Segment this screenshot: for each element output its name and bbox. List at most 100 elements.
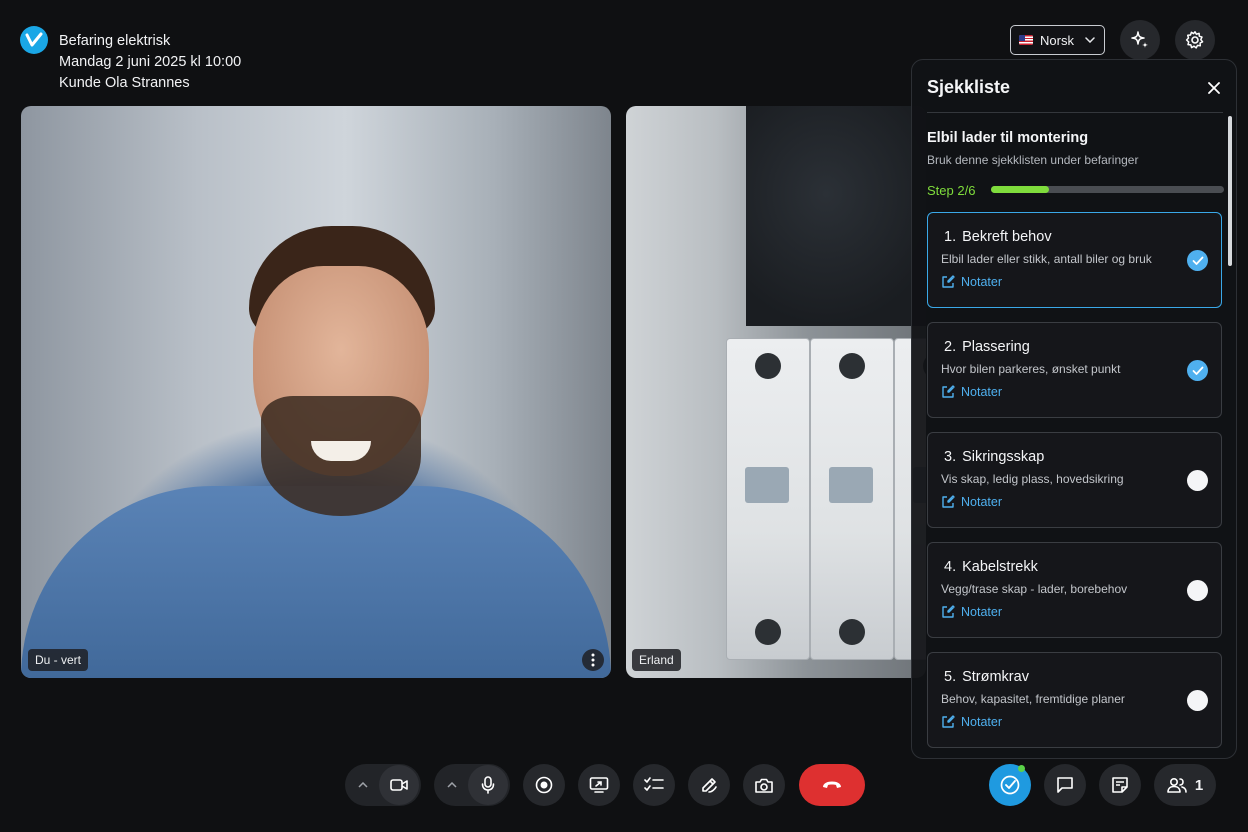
item-checkbox[interactable]	[1187, 580, 1208, 601]
chat-button[interactable]	[1044, 764, 1086, 806]
annotate-button[interactable]	[688, 764, 730, 806]
host-name-tag: Du - vert	[28, 649, 89, 671]
chevron-up-icon	[358, 782, 368, 788]
checklist-item[interactable]: 2. Plassering Hvor bilen parkeres, ønsket …	[927, 322, 1222, 418]
item-title-text: Sikringsskap	[962, 449, 1045, 465]
remote-name-tag: Erland	[632, 649, 681, 671]
note-icon	[1112, 777, 1128, 793]
item-checkbox[interactable]	[1187, 470, 1208, 491]
item-notes-label: Notater	[961, 275, 1002, 289]
item-title-text: Kabelstrekk	[962, 559, 1038, 575]
item-notes-label: Notater	[961, 715, 1002, 729]
edit-note-icon	[942, 275, 955, 288]
item-notes-link[interactable]: Notater	[941, 715, 1002, 729]
screen-share-button[interactable]	[578, 764, 620, 806]
camera-options-button[interactable]	[347, 764, 379, 806]
notes-button[interactable]	[1099, 764, 1141, 806]
snapshot-button[interactable]	[743, 764, 785, 806]
camera-toggle-button[interactable]	[379, 765, 419, 805]
item-number: 4.	[944, 559, 957, 575]
participants-button[interactable]: 1	[1154, 764, 1216, 806]
close-icon	[1208, 82, 1220, 94]
chat-bubble-icon	[1057, 777, 1073, 793]
checklist-item[interactable]: 1. Bekreft behov Elbil lader eller stikk, …	[927, 212, 1222, 308]
item-title: 3. Sikringsskap	[944, 449, 1044, 465]
close-panel-button[interactable]	[1204, 78, 1224, 98]
meeting-title: Befaring elektrisk	[59, 33, 171, 49]
camera-control	[345, 764, 421, 806]
record-button[interactable]	[523, 764, 565, 806]
item-notes-link[interactable]: Notater	[941, 385, 1002, 399]
host-video-tile	[21, 106, 611, 678]
edit-note-icon	[942, 605, 955, 618]
video-camera-icon	[390, 779, 408, 791]
checklist-item[interactable]: 4. Kabelstrekk Vegg/trase skap - lader, bo…	[927, 542, 1222, 638]
host-shirt	[21, 486, 611, 678]
item-notes-label: Notater	[961, 605, 1002, 619]
item-notes-link[interactable]: Notater	[941, 605, 1002, 619]
microphone-icon	[481, 776, 495, 794]
logo-v-icon	[25, 32, 43, 47]
item-title: 5. Strømkrav	[944, 669, 1029, 685]
item-number: 2.	[944, 339, 957, 355]
item-checkbox[interactable]	[1187, 360, 1208, 381]
checklist-panel: Sjekkliste Elbil lader til montering Bru…	[911, 59, 1237, 759]
record-icon	[535, 776, 553, 794]
sparkle-icon	[1131, 31, 1148, 48]
pen-draw-icon	[702, 778, 717, 793]
item-notes-link[interactable]: Notater	[941, 495, 1002, 509]
item-checkbox[interactable]	[1187, 250, 1208, 271]
item-title-text: Plassering	[962, 339, 1030, 355]
progress-bar	[991, 186, 1224, 193]
checkmark-icon	[1192, 256, 1203, 265]
camera-icon	[755, 778, 773, 793]
edit-note-icon	[942, 715, 955, 728]
item-title: 1. Bekreft behov	[944, 229, 1052, 245]
item-number: 3.	[944, 449, 957, 465]
item-description: Elbil lader eller stikk, antall biler og…	[941, 252, 1152, 266]
screen-share-icon	[589, 777, 609, 793]
item-notes-link[interactable]: Notater	[941, 275, 1002, 289]
panel-scrollbar[interactable]	[1228, 116, 1232, 266]
item-number: 1.	[944, 229, 957, 245]
checklist-item[interactable]: 5. Strømkrav Behov, kapasitet, fremtidige …	[927, 652, 1222, 748]
gear-icon	[1185, 31, 1204, 49]
item-number: 5.	[944, 669, 957, 685]
settings-button[interactable]	[1175, 20, 1215, 60]
end-call-button[interactable]	[799, 764, 865, 806]
checklist-description: Bruk denne sjekklisten under befaringer	[927, 153, 1139, 167]
status-dot	[1018, 765, 1025, 772]
language-select[interactable]: Norsk	[1010, 25, 1105, 55]
chevron-up-icon	[447, 782, 457, 788]
panel-title: Sjekkliste	[927, 77, 1011, 97]
item-title: 2. Plassering	[944, 339, 1030, 355]
item-title: 4. Kabelstrekk	[944, 559, 1038, 575]
meeting-datetime: Mandag 2 juni 2025 kl 10:00	[59, 54, 242, 70]
item-checkbox[interactable]	[1187, 690, 1208, 711]
hang-up-icon	[823, 781, 841, 788]
chevron-down-icon	[1085, 37, 1095, 43]
checkmark-icon	[1192, 366, 1203, 375]
edit-note-icon	[942, 495, 955, 508]
item-notes-label: Notater	[961, 495, 1002, 509]
item-title-text: Bekreft behov	[962, 229, 1052, 245]
tile-more-button[interactable]	[582, 649, 604, 671]
circuit-breaker	[810, 338, 894, 660]
mic-options-button[interactable]	[436, 764, 468, 806]
mic-control	[434, 764, 510, 806]
checklist-item[interactable]: 3. Sikringsskap Vis skap, ledig plass, hov…	[927, 432, 1222, 528]
tasks-button[interactable]	[633, 764, 675, 806]
ai-sparkle-button[interactable]	[1120, 20, 1160, 60]
mic-toggle-button[interactable]	[468, 765, 508, 805]
remote-video-tile	[626, 106, 926, 678]
item-notes-label: Notater	[961, 385, 1002, 399]
users-icon	[1167, 777, 1187, 793]
panel-divider	[927, 112, 1223, 113]
cables-area	[746, 106, 926, 326]
item-description: Vegg/trase skap - lader, borebehov	[941, 582, 1128, 596]
checklist-icon	[644, 777, 664, 791]
step-label: Step 2/6	[927, 183, 976, 198]
meeting-info: Befaring elektrisk Mandag 2 juni 2025 kl…	[59, 31, 241, 94]
checklist-toggle-button[interactable]	[989, 764, 1031, 806]
participants-count: 1	[1194, 776, 1204, 794]
